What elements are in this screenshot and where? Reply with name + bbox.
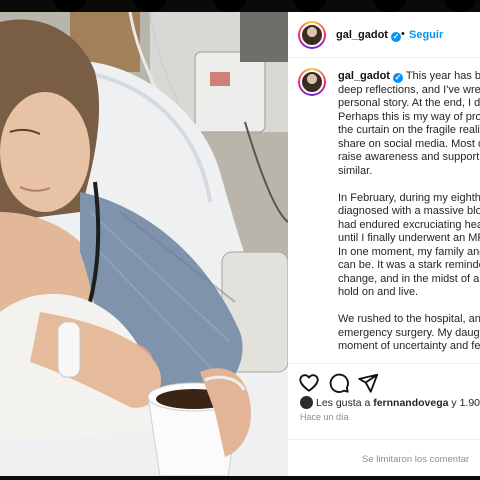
caption-line: In February, during my eighth m: [338, 191, 480, 204]
caption-line: similar.: [338, 164, 373, 177]
comments-limited-notice: Se limitaron los comentar: [288, 439, 480, 476]
verified-badge-icon: ✓: [390, 32, 401, 42]
caption-line: can be. It was a stark reminder: [338, 259, 480, 271]
caption-line: hold on and live.: [338, 286, 419, 298]
caption-paragraph: gal_gadot✓ This year has been deep refle…: [338, 70, 480, 178]
top-backdrop-strip: [0, 0, 480, 12]
caption-paragraph: In February, during my eighth m diagnose…: [338, 192, 480, 300]
liker-avatar: [300, 396, 313, 409]
verified-badge-icon: ✓: [392, 73, 403, 83]
bottom-backdrop-strip: [0, 476, 480, 480]
backdrop-shape: [214, 0, 246, 12]
likes-prefix: Les gusta a: [316, 397, 371, 409]
caption-username-link[interactable]: gal_gadot ✓: [338, 70, 403, 83]
caption-line: the curtain on the fragile reality: [338, 124, 480, 136]
caption-line: deep reflections, and I've wrestl: [338, 83, 480, 96]
likes-count: y 1.905.: [451, 397, 480, 409]
caption-line: emergency surgery. My daught: [338, 326, 480, 339]
caption-line: change, and in the midst of a d: [338, 272, 480, 285]
caption-line: moment of uncertainty and fea: [338, 340, 480, 352]
comment-icon[interactable]: [328, 372, 350, 394]
send-icon[interactable]: [357, 372, 379, 394]
caption-line: We rushed to the hospital, and: [338, 313, 480, 325]
caption-username-text: gal_gadot: [338, 70, 390, 82]
caption-line: This year has been: [405, 70, 480, 82]
likes-summary[interactable]: Les gusta a fernnandovega y 1.905.: [300, 396, 480, 409]
post-photo[interactable]: [0, 12, 288, 476]
caption-line: until I finally underwent an MRI: [338, 232, 480, 244]
caption-line: had endured excruciating head: [338, 218, 480, 231]
backdrop-shape: [374, 0, 406, 12]
hospital-photo-illustration: [0, 12, 288, 476]
post-side-panel: gal_gadot ✓ • Seguir gal_gadot ✓ This year…: [288, 12, 480, 476]
comments-limited-text: Se limitaron los comentar: [362, 454, 470, 465]
post-caption: gal_gadot✓ This year has been deep refle…: [288, 59, 480, 363]
backdrop-shape: [134, 0, 166, 12]
caption-line: personal story. At the end, I dec: [338, 97, 480, 109]
caption-line: share on social media. Most of: [338, 137, 480, 150]
header-separator: •: [401, 28, 405, 40]
post-header: gal_gadot ✓ • Seguir: [288, 12, 480, 58]
caption-author-avatar[interactable]: [298, 68, 326, 96]
post-timestamp[interactable]: Hace un día: [300, 412, 349, 422]
caption-line: In one moment, my family and: [338, 245, 480, 258]
follow-button[interactable]: Seguir: [409, 29, 443, 41]
author-username-text: gal_gadot: [336, 29, 388, 41]
caption-line: raise awareness and support ot: [338, 151, 480, 163]
caption-line: Perhaps this is my way of proce: [338, 110, 480, 123]
author-username-link[interactable]: gal_gadot ✓: [336, 29, 401, 42]
heart-icon[interactable]: [298, 372, 320, 394]
liker-username-link[interactable]: fernnandovega: [373, 397, 448, 409]
caption-line: diagnosed with a massive blood: [338, 205, 480, 217]
author-avatar[interactable]: [298, 21, 326, 49]
backdrop-shape: [444, 0, 476, 12]
backdrop-shape: [294, 0, 326, 12]
backdrop-shape: [54, 0, 86, 12]
caption-paragraph: We rushed to the hospital, and emergency…: [338, 313, 480, 354]
caption-text: gal_gadot✓ This year has been deep refle…: [338, 70, 480, 363]
